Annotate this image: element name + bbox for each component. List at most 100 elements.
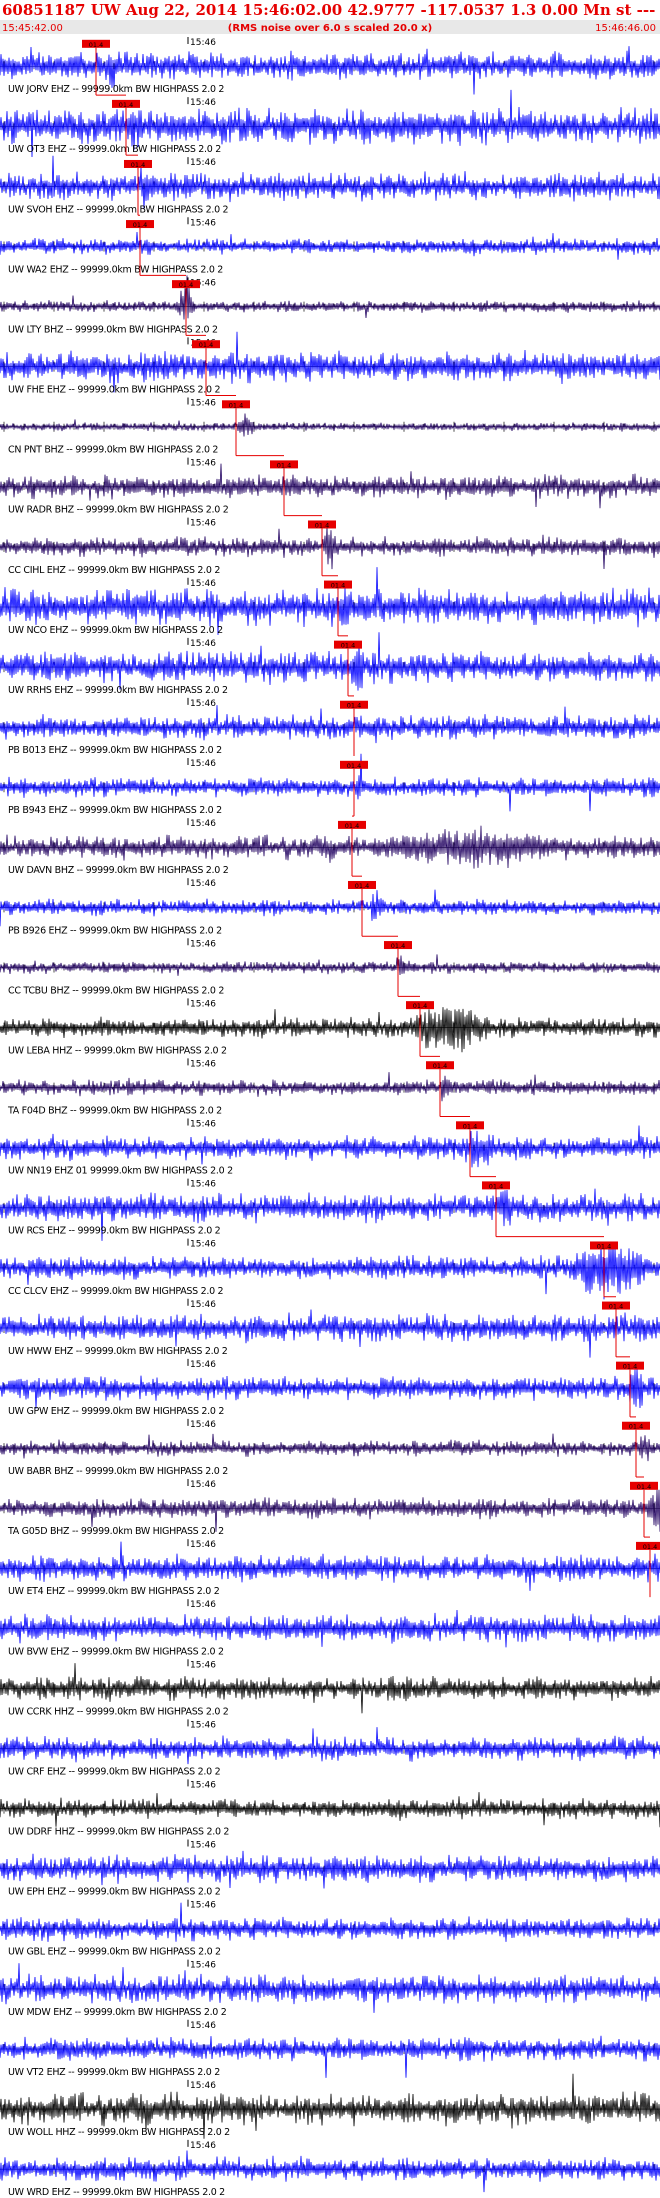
- pick-label: 01.4: [463, 1122, 477, 1130]
- station-label: UW EPH EHZ -- 99999.0km BW HIGHPASS 2.0 …: [8, 1887, 221, 1898]
- minute-label: 15:46: [190, 1059, 216, 1069]
- minute-label: 15:46: [190, 218, 216, 228]
- station-label: UW VT2 EHZ -- 99999.0km BW HIGHPASS 2.0 …: [8, 2067, 220, 2078]
- minute-label: 15:46: [190, 1240, 216, 1250]
- station-label: UW DDRF HHZ -- 99999.0km BW HIGHPASS 2.0…: [8, 1827, 229, 1838]
- minute-label: 15:46: [190, 1901, 216, 1911]
- station-label: TA F04D BHZ -- 99999.0km BW HIGHPASS 2.0…: [7, 1106, 222, 1117]
- pick-label: 01.4: [179, 281, 193, 289]
- station-label: PB B013 EHZ -- 99999.0km BW HIGHPASS 2.0…: [8, 745, 222, 756]
- pick-label: 01.4: [315, 521, 329, 529]
- pick-label: 01.4: [609, 1303, 623, 1311]
- minute-label: 15:46: [190, 1300, 216, 1310]
- station-label: CN PNT BHZ -- 99999.0km BW HIGHPASS 2.0 …: [8, 445, 218, 456]
- pick-label: 01.4: [637, 1483, 651, 1491]
- pick-label: 01.4: [199, 341, 213, 349]
- station-label: UW GBL EHZ -- 99999.0km BW HIGHPASS 2.0 …: [8, 1947, 221, 1958]
- minute-label: 15:46: [190, 2081, 216, 2091]
- pick-label: 01.4: [119, 101, 133, 109]
- station-label: CC CLCV EHZ -- 99999.0km BW HIGHPASS 2.0…: [8, 1286, 224, 1297]
- minute-label: 15:46: [190, 1540, 216, 1550]
- minute-label: 15:46: [190, 1420, 216, 1430]
- minute-label: 15:46: [190, 1480, 216, 1490]
- pick-label: 01.4: [643, 1543, 657, 1551]
- minute-label: 15:46: [190, 879, 216, 889]
- minute-label: 15:46: [190, 1600, 216, 1610]
- station-label: UW WRD EHZ -- 99999.0km BW HIGHPASS 2.0 …: [8, 2187, 225, 2198]
- minute-label: 15:46: [190, 2021, 216, 2031]
- station-label: UW WA2 EHZ -- 99999.0km BW HIGHPASS 2.0 …: [8, 264, 223, 275]
- pick-label: 01.4: [391, 942, 405, 950]
- station-label: UW ET4 EHZ -- 99999.0km BW HIGHPASS 2.0 …: [8, 1586, 220, 1597]
- station-label: UW LEBA HHZ -- 99999.0km BW HIGHPASS 2.0…: [8, 1045, 227, 1056]
- station-label: UW DAVN BHZ -- 99999.0km BW HIGHPASS 2.0…: [8, 865, 229, 876]
- minute-label: 15:46: [190, 1120, 216, 1130]
- pick-label: 01.4: [229, 401, 243, 409]
- station-label: UW HWW EHZ -- 99999.0km BW HIGHPASS 2.0 …: [8, 1346, 228, 1357]
- station-label: UW OT3 EHZ -- 99999.0km BW HIGHPASS 2.0 …: [8, 144, 221, 155]
- station-label: CC CIHL EHZ -- 99999.0km BW HIGHPASS 2.0…: [8, 565, 220, 576]
- minute-label: 15:46: [190, 1660, 216, 1670]
- minute-label: 15:46: [190, 699, 216, 709]
- station-label: UW NN19 EHZ 01 99999.0km BW HIGHPASS 2.0…: [8, 1166, 233, 1177]
- station-label: UW BABR BHZ -- 99999.0km BW HIGHPASS 2.0…: [8, 1466, 228, 1477]
- station-label: UW JORV EHZ -- 99999.0km BW HIGHPASS 2.0…: [8, 84, 224, 95]
- minute-label: 15:46: [190, 1780, 216, 1790]
- pick-label: 01.4: [331, 582, 345, 590]
- start-time: 15:45:42.00: [2, 23, 63, 34]
- pick-label: 01.4: [133, 221, 147, 229]
- station-label: UW FHE EHZ -- 99999.0km BW HIGHPASS 2.0 …: [8, 385, 220, 396]
- station-label: PB B926 EHZ -- 99999.0km BW HIGHPASS 2.0…: [8, 925, 222, 936]
- pick-label: 01.4: [89, 41, 103, 49]
- station-label: CC TCBU BHZ -- 99999.0km BW HIGHPASS 2.0…: [8, 985, 224, 996]
- minute-label: 15:46: [190, 1720, 216, 1730]
- pick-label: 01.4: [629, 1423, 643, 1431]
- station-label: UW RCS EHZ -- 99999.0km BW HIGHPASS 2.0 …: [8, 1226, 221, 1237]
- pick-label: 01.4: [345, 822, 359, 830]
- pick-label: 01.4: [131, 161, 145, 169]
- pick-label: 01.4: [347, 762, 361, 770]
- minute-label: 15:46: [190, 2141, 216, 2151]
- station-label: UW BVW EHZ -- 99999.0km BW HIGHPASS 2.0 …: [8, 1646, 224, 1657]
- station-label: UW GPW EHZ -- 99999.0km BW HIGHPASS 2.0 …: [8, 1406, 224, 1417]
- seismogram-plot: 60851187 UW Aug 22, 2014 15:46:02.00 42.…: [0, 0, 660, 2198]
- pick-label: 01.4: [433, 1062, 447, 1070]
- station-label: UW RRHS EHZ -- 99999.0km BW HIGHPASS 2.0…: [8, 685, 228, 696]
- station-label: TA G05D BHZ -- 99999.0km BW HIGHPASS 2.0…: [7, 1526, 224, 1537]
- minute-label: 15:46: [190, 459, 216, 469]
- station-label: UW WOLL HHZ -- 99999.0km BW HIGHPASS 2.0…: [8, 2127, 230, 2138]
- minute-label: 15:46: [190, 819, 216, 829]
- pick-label: 01.4: [489, 1182, 503, 1190]
- station-label: UW SVOH EHZ -- 99999.0km BW HIGHPASS 2.0…: [8, 204, 229, 215]
- pick-label: 01.4: [347, 702, 361, 710]
- minute-label: 15:46: [190, 158, 216, 168]
- end-time: 15:46:46.00: [595, 23, 656, 34]
- minute-label: 15:46: [190, 98, 216, 108]
- station-label: UW NCO EHZ -- 99999.0km BW HIGHPASS 2.0 …: [8, 625, 223, 636]
- minute-label: 15:46: [190, 939, 216, 949]
- pick-label: 01.4: [413, 1002, 427, 1010]
- minute-label: 15:46: [190, 1180, 216, 1190]
- minute-label: 15:46: [190, 38, 216, 48]
- minute-label: 15:46: [190, 1841, 216, 1851]
- minute-label: 15:46: [190, 399, 216, 409]
- minute-label: 15:46: [190, 999, 216, 1009]
- minute-label: 15:46: [190, 1360, 216, 1370]
- rms-note: (RMS noise over 6.0 s scaled 20.0 x): [228, 23, 432, 34]
- pick-label: 01.4: [623, 1363, 637, 1371]
- pick-label: 01.4: [597, 1242, 611, 1250]
- station-label: UW RADR BHZ -- 99999.0km BW HIGHPASS 2.0…: [8, 505, 229, 516]
- minute-label: 15:46: [190, 639, 216, 649]
- pick-label: 01.4: [341, 642, 355, 650]
- station-label: UW MDW EHZ -- 99999.0km BW HIGHPASS 2.0 …: [8, 2007, 227, 2018]
- station-label: UW CCRK HHZ -- 99999.0km BW HIGHPASS 2.0…: [8, 1706, 229, 1717]
- station-label: UW CRF EHZ -- 99999.0km BW HIGHPASS 2.0 …: [8, 1766, 221, 1777]
- minute-label: 15:46: [190, 519, 216, 529]
- pick-label: 01.4: [355, 882, 369, 890]
- station-label: PB B943 EHZ -- 99999.0km BW HIGHPASS 2.0…: [8, 805, 222, 816]
- event-title: 60851187 UW Aug 22, 2014 15:46:02.00 42.…: [2, 1, 660, 19]
- minute-label: 15:46: [190, 759, 216, 769]
- minute-label: 15:46: [190, 579, 216, 589]
- minute-label: 15:46: [190, 1961, 216, 1971]
- pick-label: 01.4: [277, 461, 291, 469]
